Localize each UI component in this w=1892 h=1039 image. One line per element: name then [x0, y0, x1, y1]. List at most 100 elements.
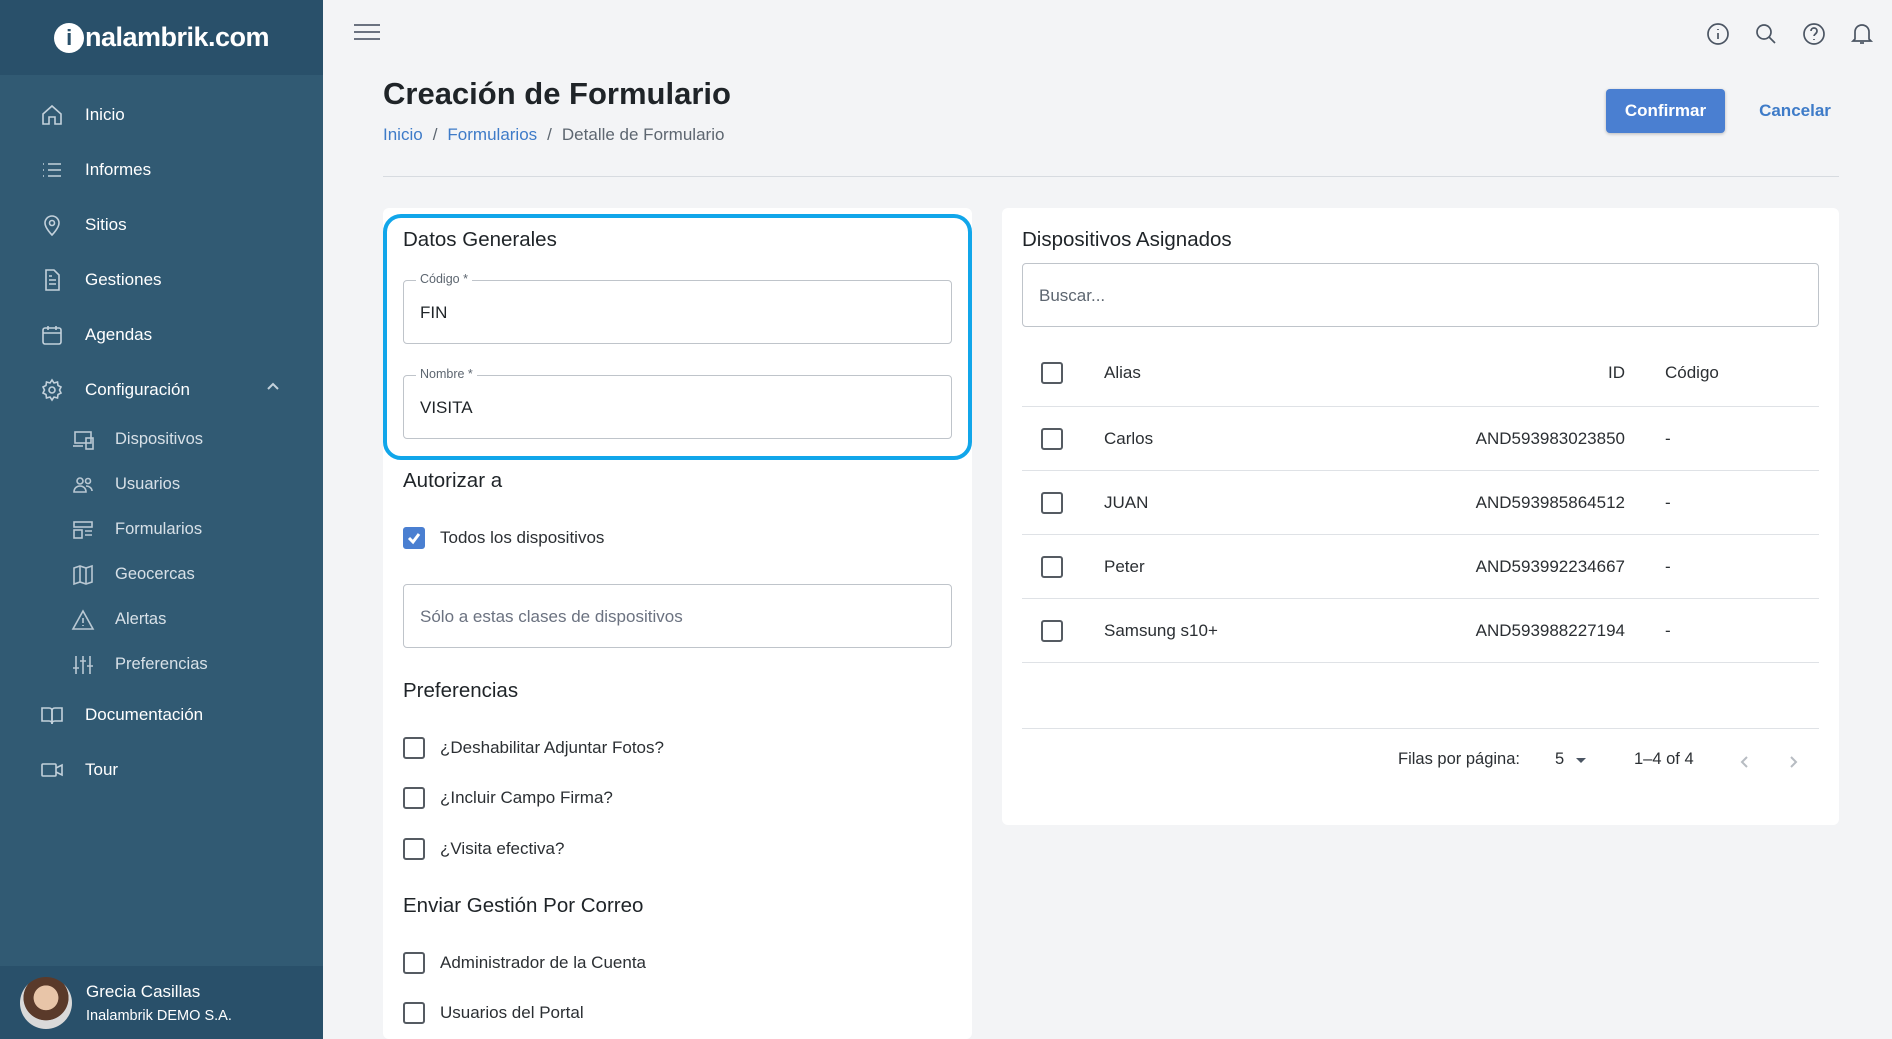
sidebar-item-gestiones[interactable]: Gestiones	[0, 252, 323, 307]
sidebar-item-informes[interactable]: Informes	[0, 142, 323, 197]
email-portal-users-checkbox[interactable]: Usuarios del Portal	[403, 1002, 584, 1024]
device-classes-input[interactable]: Sólo a estas clases de dispositivos	[403, 584, 952, 648]
logo-text: nalambrik.com	[84, 22, 270, 52]
table-footer-divider	[1022, 728, 1819, 729]
sidebar-item-label: Agendas	[85, 324, 153, 344]
warning-icon	[70, 608, 96, 631]
section-title-datos-generales: Datos Generales	[403, 228, 557, 251]
sidebar-item-configuracion[interactable]: Configuración	[0, 362, 323, 417]
email-admin-checkbox[interactable]: Administrador de la Cuenta	[403, 952, 646, 974]
table-row[interactable]: Carlos AND593983023850 -	[1022, 407, 1819, 471]
pref-label: ¿Deshabilitar Adjuntar Fotos?	[440, 738, 664, 757]
list-icon	[40, 158, 64, 182]
cell-id: AND593985864512	[1475, 492, 1625, 512]
device-search-input[interactable]: Buscar...	[1022, 263, 1819, 327]
users-icon	[70, 474, 96, 496]
row-checkbox[interactable]	[1022, 619, 1104, 642]
sidebar-item-formularios[interactable]: Formularios	[0, 507, 323, 552]
sidebar-item-geocercas[interactable]: Geocercas	[0, 552, 323, 597]
search-placeholder: Buscar...	[1039, 286, 1106, 305]
codigo-label: Código *	[416, 272, 472, 286]
map-pin-icon	[40, 213, 64, 237]
column-header-alias[interactable]: Alias	[1104, 363, 1354, 383]
cell-alias: Samsung s10+	[1104, 620, 1218, 640]
help-icon[interactable]	[1800, 20, 1828, 48]
prev-page-icon[interactable]	[1733, 750, 1757, 774]
user-profile[interactable]: Grecia Casillas Inalambrik DEMO S.A.	[0, 966, 323, 1039]
sidebar-item-label: Gestiones	[85, 269, 162, 289]
sidebar-item-preferencias[interactable]: Preferencias	[0, 642, 323, 687]
pref-signature-checkbox[interactable]: ¿Incluir Campo Firma?	[403, 787, 613, 809]
device-classes-placeholder: Sólo a estas clases de dispositivos	[420, 607, 683, 626]
cell-id: AND593992234667	[1475, 556, 1625, 576]
column-header-codigo[interactable]: Código	[1625, 363, 1719, 383]
codigo-value: FIN	[420, 303, 448, 322]
section-title-autorizar: Autorizar a	[403, 469, 503, 492]
top-toolbar	[1704, 20, 1876, 48]
cell-id: AND593988227194	[1475, 620, 1625, 640]
menu-toggle-icon[interactable]	[354, 24, 380, 44]
user-name: Grecia Casillas	[86, 981, 201, 1001]
rows-per-page-select[interactable]: 5	[1555, 750, 1588, 769]
pref-effective-visit-checkbox[interactable]: ¿Visita efectiva?	[403, 838, 564, 860]
confirm-button[interactable]: Confirmar	[1606, 89, 1725, 133]
forms-icon	[70, 519, 96, 541]
devices-table: Alias ID Código Carlos AND593983023850 -…	[1022, 340, 1819, 663]
checkbox-icon	[403, 838, 425, 860]
search-icon[interactable]	[1752, 20, 1780, 48]
sidebar-item-sitios[interactable]: Sitios	[0, 197, 323, 252]
rows-per-page-label: Filas por página:	[1398, 750, 1520, 768]
header-divider	[383, 176, 1839, 177]
sidebar-item-label: Alertas	[115, 610, 167, 628]
info-icon[interactable]	[1704, 20, 1732, 48]
checkbox-icon	[1041, 619, 1063, 642]
breadcrumb-inicio[interactable]: Inicio	[383, 125, 423, 144]
sidebar-item-agendas[interactable]: Agendas	[0, 307, 323, 362]
all-devices-checkbox[interactable]: Todos los dispositivos	[403, 527, 604, 549]
cell-alias: Peter	[1104, 556, 1145, 576]
sidebar-item-inicio[interactable]: Inicio	[0, 87, 323, 142]
pref-label: ¿Incluir Campo Firma?	[440, 788, 613, 807]
nombre-field[interactable]: Nombre * VISITA	[403, 367, 952, 439]
cancel-button[interactable]: Cancelar	[1745, 89, 1845, 133]
column-header-id[interactable]: ID	[1354, 363, 1625, 383]
breadcrumb-formularios[interactable]: Formularios	[447, 125, 537, 144]
sidebar-item-label: Preferencias	[115, 655, 208, 673]
row-checkbox[interactable]	[1022, 491, 1104, 514]
row-checkbox[interactable]	[1022, 555, 1104, 578]
next-page-icon[interactable]	[1781, 750, 1805, 774]
select-all-checkbox[interactable]	[1022, 362, 1104, 384]
table-row[interactable]: Samsung s10+ AND593988227194 -	[1022, 599, 1819, 663]
sidebar-item-label: Usuarios	[115, 475, 181, 493]
sidebar-item-label: Sitios	[85, 214, 127, 234]
cell-alias: JUAN	[1104, 492, 1149, 512]
nombre-label: Nombre *	[416, 367, 477, 381]
bell-icon[interactable]	[1848, 20, 1876, 48]
caret-down-icon	[1576, 757, 1587, 763]
video-icon	[40, 758, 64, 782]
checkbox-checked-icon	[403, 527, 425, 549]
sidebar-item-tour[interactable]: Tour	[0, 742, 323, 797]
sidebar-item-label: Formularios	[115, 520, 203, 538]
row-checkbox[interactable]	[1022, 427, 1104, 450]
checkbox-icon	[403, 952, 425, 974]
sidebar-item-usuarios[interactable]: Usuarios	[0, 462, 323, 507]
avatar	[20, 976, 72, 1029]
sidebar-item-label: Configuración	[85, 379, 190, 399]
sidebar-item-alertas[interactable]: Alertas	[0, 597, 323, 642]
sidebar-item-dispositivos[interactable]: Dispositivos	[0, 417, 323, 462]
breadcrumb: Inicio / Formularios / Detalle de Formulario	[383, 125, 724, 145]
codigo-field[interactable]: Código * FIN	[403, 272, 952, 344]
calendar-icon	[40, 323, 64, 347]
brand-logo[interactable]: i nalambrik.com	[53, 22, 270, 53]
checkbox-icon	[403, 1002, 425, 1024]
chevron-up-icon[interactable]	[265, 379, 281, 400]
table-row[interactable]: JUAN AND593985864512 -	[1022, 471, 1819, 535]
document-icon	[40, 268, 64, 292]
section-title-enviar-correo: Enviar Gestión Por Correo	[403, 894, 644, 917]
table-row[interactable]: Peter AND593992234667 -	[1022, 535, 1819, 599]
checkbox-icon	[1041, 362, 1063, 384]
pagination-range: 1–4 of 4	[1634, 750, 1694, 768]
pref-disable-photos-checkbox[interactable]: ¿Deshabilitar Adjuntar Fotos?	[403, 737, 664, 759]
sidebar-item-documentacion[interactable]: Documentación	[0, 687, 323, 742]
